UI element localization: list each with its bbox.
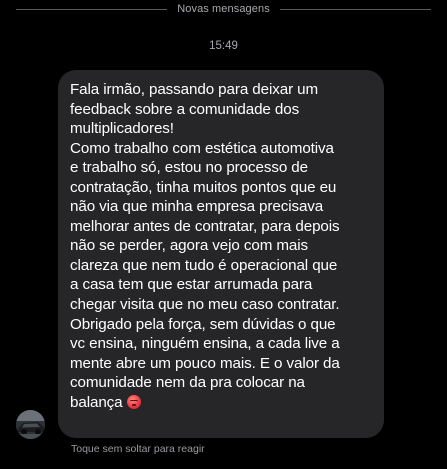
hot-face-emoji-icon [126, 394, 141, 409]
divider-line-right [279, 8, 432, 10]
avatar-photo [16, 410, 45, 439]
reaction-hint: Toque sem soltar para reagir [71, 443, 205, 455]
divider-line-left [16, 8, 168, 10]
message-timestamp: 15:49 [209, 40, 238, 52]
message-body: Fala irmão, passando para deixar um feed… [70, 81, 340, 411]
message-text: Fala irmão, passando para deixar um feed… [70, 80, 374, 412]
new-messages-divider: Novas mensagens [16, 2, 432, 16]
message-bubble[interactable]: Fala irmão, passando para deixar um feed… [58, 70, 384, 438]
sender-avatar[interactable] [16, 410, 45, 439]
new-messages-label: Novas mensagens [177, 3, 270, 15]
